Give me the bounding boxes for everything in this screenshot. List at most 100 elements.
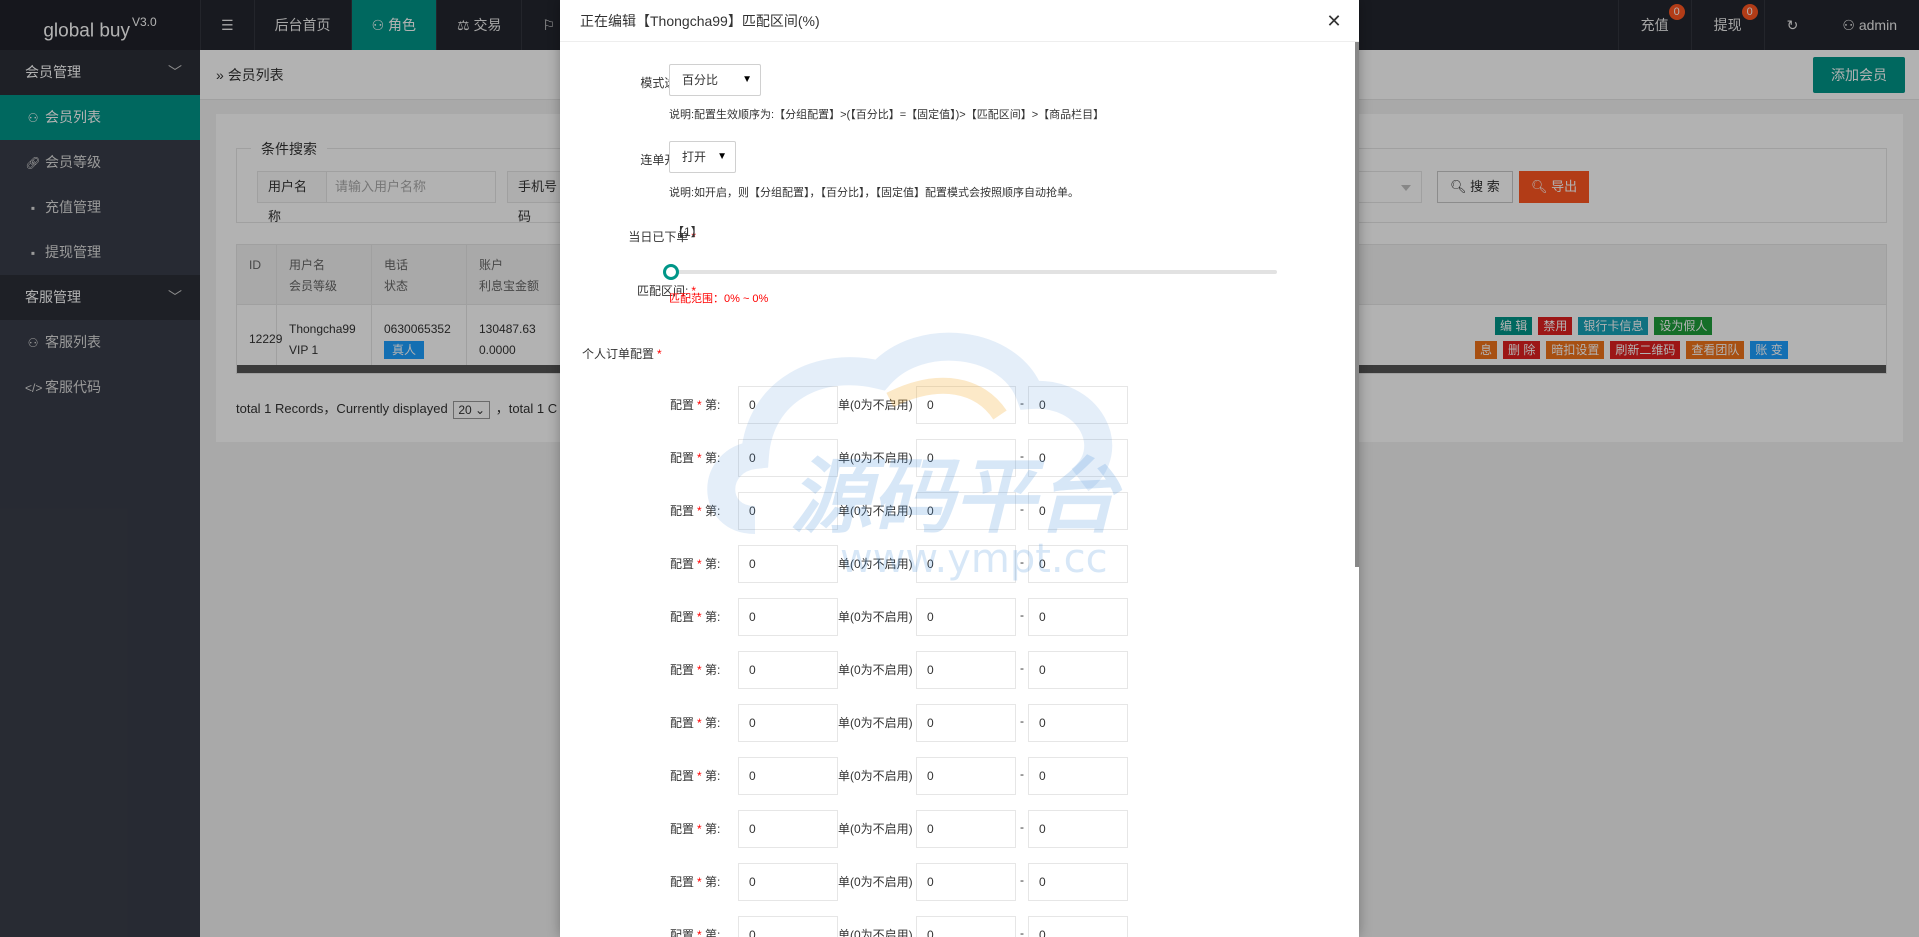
required-mark: * [697, 663, 702, 677]
config-unit-mid: 单(0为不启用) [838, 504, 913, 518]
config-unit-before: 第: [705, 451, 721, 465]
required-mark: * [697, 928, 702, 937]
config-row-label: 配置 * 第: [670, 396, 720, 413]
config-row-label: 配置 * 第: [670, 926, 720, 937]
config-unit-before: 第: [705, 716, 721, 730]
required-mark: * [697, 822, 702, 836]
config-row-label: 配置 * 第: [670, 820, 720, 837]
order-number-input[interactable]: 0 [738, 863, 838, 901]
order-number-input[interactable]: 0 [738, 757, 838, 795]
config-label-text: 配置 [670, 769, 695, 783]
range-max-input[interactable]: 0 [1028, 651, 1128, 689]
config-unit-mid: 单(0为不启用) [838, 663, 913, 677]
range-max-input[interactable]: 0 [1028, 439, 1128, 477]
order-number-input[interactable]: 0 [738, 545, 838, 583]
modal-scrollbar[interactable] [1355, 42, 1359, 567]
range-min-input[interactable]: 0 [916, 598, 1016, 636]
config-row-label: 配置 * 第: [670, 873, 720, 890]
range-dash: - [1020, 820, 1024, 834]
config-row: 配置 * 第: 0 单(0为不启用) 0-0 [560, 651, 1359, 691]
required-mark: * [657, 347, 662, 361]
chain-value: 打开 [682, 150, 707, 164]
order-number-input[interactable]: 0 [738, 598, 838, 636]
required-mark: * [697, 610, 702, 624]
range-max-input[interactable]: 0 [1028, 704, 1128, 742]
order-number-input[interactable]: 0 [738, 439, 838, 477]
range-min-input[interactable]: 0 [916, 810, 1016, 848]
modal-title: 正在编辑【Thongcha99】匹配区间(%) [560, 0, 1359, 42]
range-max-input[interactable]: 0 [1028, 757, 1128, 795]
config-label-text: 配置 [670, 504, 695, 518]
config-row: 配置 * 第: 0 单(0为不启用) 0-0 [560, 704, 1359, 744]
order-number-input[interactable]: 0 [738, 492, 838, 530]
mode-select[interactable]: 百分比 ▼ [669, 64, 761, 96]
config-row-label: 配置 * 第: [670, 608, 720, 625]
range-max-input[interactable]: 0 [1028, 598, 1128, 636]
config-unit-before: 第: [705, 822, 721, 836]
range-dash: - [1020, 502, 1024, 516]
mode-note: 说明:配置生效顺序为:【分组配置】>(【百分比】=【固定值】)>【匹配区间】>【… [669, 109, 1105, 121]
range-max-input[interactable]: 0 [1028, 916, 1128, 937]
chain-select[interactable]: 打开 ▼ [669, 141, 736, 173]
config-unit-mid: 单(0为不启用) [838, 769, 913, 783]
config-row-label: 配置 * 第: [670, 502, 720, 519]
required-mark: * [697, 398, 702, 412]
config-row: 配置 * 第: 0 单(0为不启用) 0-0 [560, 916, 1359, 937]
config-unit-mid: 单(0为不启用) [838, 822, 913, 836]
range-min-input[interactable]: 0 [916, 704, 1016, 742]
order-number-input[interactable]: 0 [738, 916, 838, 937]
range-slider-handle[interactable] [663, 264, 679, 280]
config-unit-before: 第: [705, 557, 721, 571]
config-row-label: 配置 * 第: [670, 661, 720, 678]
config-row: 配置 * 第: 0 单(0为不启用) 0-0 [560, 810, 1359, 850]
order-number-input[interactable]: 0 [738, 651, 838, 689]
range-slider-track[interactable] [669, 270, 1277, 274]
range-dash: - [1020, 661, 1024, 675]
config-unit-mid: 单(0为不启用) [838, 557, 913, 571]
close-icon[interactable]: ✕ [1323, 10, 1345, 32]
config-unit-before: 第: [705, 875, 721, 889]
range-max-input[interactable]: 0 [1028, 810, 1128, 848]
required-mark: * [697, 716, 702, 730]
config-unit-mid: 单(0为不启用) [838, 610, 913, 624]
range-min-input[interactable]: 0 [916, 863, 1016, 901]
required-mark: * [697, 504, 702, 518]
today-value: 【1】 [672, 225, 703, 239]
config-row: 配置 * 第: 0 单(0为不启用) 0-0 [560, 545, 1359, 585]
config-label-text: 配置 [670, 451, 695, 465]
order-number-input[interactable]: 0 [738, 386, 838, 424]
chevron-down-icon: ▼ [742, 74, 752, 85]
range-max-input[interactable]: 0 [1028, 386, 1128, 424]
chain-note: 说明:如开启，则【分组配置】，【百分比】，【固定值】配置模式会按照顺序自动抢单。 [669, 187, 1080, 199]
config-row-label: 配置 * 第: [670, 714, 720, 731]
range-min-input[interactable]: 0 [916, 439, 1016, 477]
personal-config-text: 个人订单配置 [582, 347, 655, 361]
config-row-label: 配置 * 第: [670, 449, 720, 466]
range-min-input[interactable]: 0 [916, 651, 1016, 689]
required-mark: * [697, 769, 702, 783]
range-min-input[interactable]: 0 [916, 757, 1016, 795]
range-min-input[interactable]: 0 [916, 386, 1016, 424]
config-label-text: 配置 [670, 557, 695, 571]
edit-range-modal: 正在编辑【Thongcha99】匹配区间(%) ✕ 模式选项* 百分比 ▼ 说明… [560, 0, 1359, 937]
range-dash: - [1020, 926, 1024, 937]
config-row: 配置 * 第: 0 单(0为不启用) 0-0 [560, 386, 1359, 426]
config-unit-mid: 单(0为不启用) [838, 875, 913, 889]
range-min-input[interactable]: 0 [916, 545, 1016, 583]
config-label-text: 配置 [670, 875, 695, 889]
range-dash: - [1020, 555, 1024, 569]
range-min-input[interactable]: 0 [916, 916, 1016, 937]
config-row: 配置 * 第: 0 单(0为不启用) 0-0 [560, 439, 1359, 479]
range-max-input[interactable]: 0 [1028, 492, 1128, 530]
range-max-input[interactable]: 0 [1028, 545, 1128, 583]
range-min-input[interactable]: 0 [916, 492, 1016, 530]
config-label-text: 配置 [670, 610, 695, 624]
config-unit-before: 第: [705, 663, 721, 677]
order-number-input[interactable]: 0 [738, 704, 838, 742]
config-row: 配置 * 第: 0 单(0为不启用) 0-0 [560, 598, 1359, 638]
order-number-input[interactable]: 0 [738, 810, 838, 848]
required-mark: * [697, 557, 702, 571]
range-max-input[interactable]: 0 [1028, 863, 1128, 901]
config-label-text: 配置 [670, 822, 695, 836]
config-unit-before: 第: [705, 610, 721, 624]
